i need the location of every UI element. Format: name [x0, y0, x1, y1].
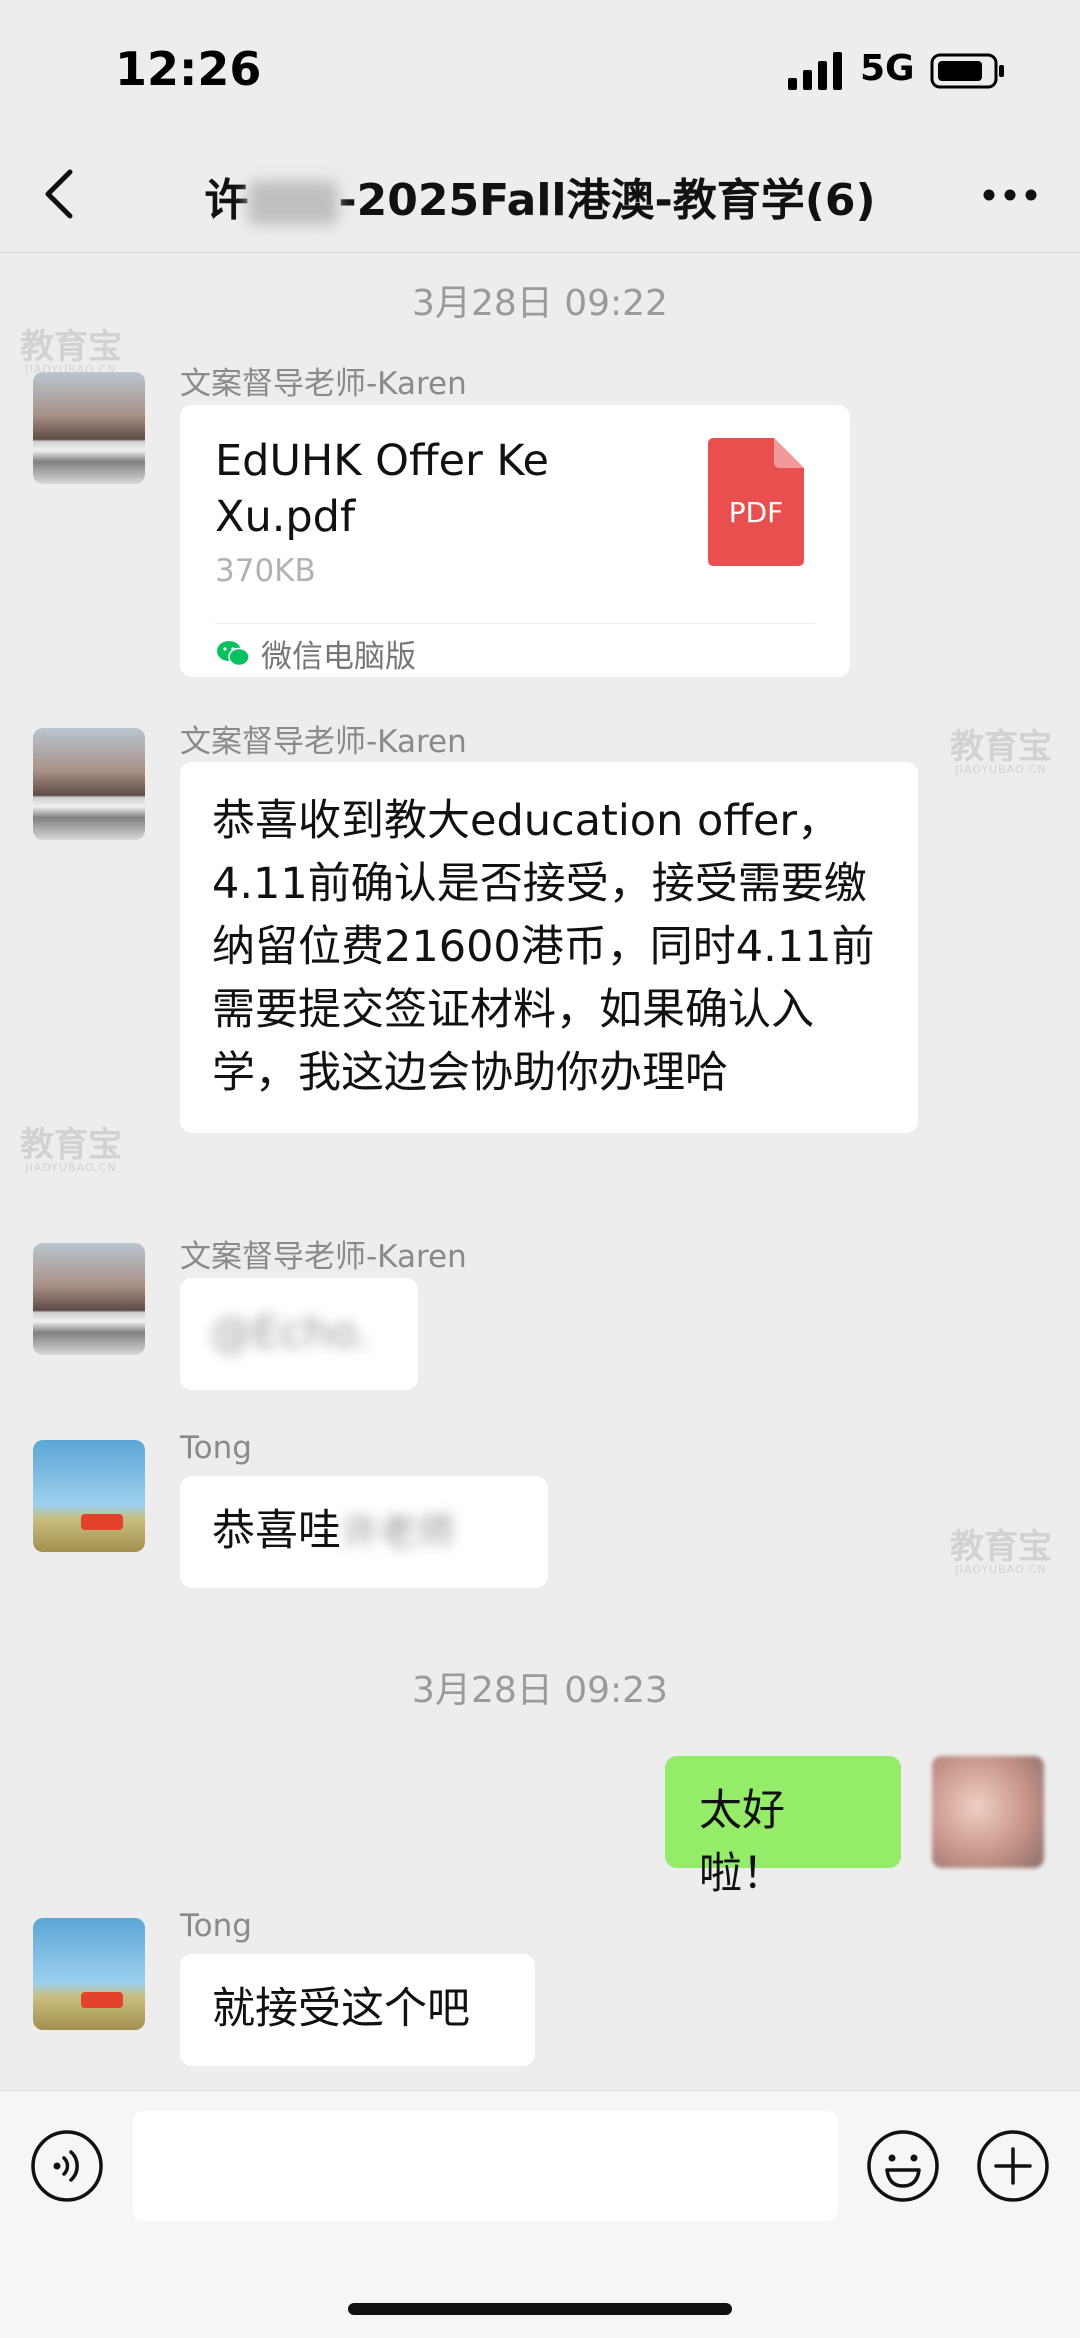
blurred-mention: @Echo. — [210, 1308, 371, 1358]
avatar[interactable] — [33, 1243, 145, 1355]
avatar[interactable] — [33, 1440, 145, 1552]
status-time: 12:26 — [115, 42, 262, 96]
watermark: 教育宝JIAOYUBAO.CN — [20, 327, 122, 376]
avatar[interactable] — [33, 728, 145, 840]
sender-name: 文案督导老师-Karen — [180, 366, 467, 402]
message-bubble[interactable]: 就接受这个吧 — [180, 1954, 535, 2066]
divider — [215, 623, 815, 624]
avatar[interactable] — [33, 372, 145, 484]
sender-name: Tong — [180, 1908, 252, 1944]
car-image — [81, 1992, 123, 2008]
message-bubble[interactable]: @Echo. — [180, 1278, 418, 1390]
watermark: 教育宝JIAOYUBAO.CN — [20, 1125, 122, 1174]
message-bubble[interactable]: 恭喜哇许老师 — [180, 1476, 548, 1588]
wechat-icon — [217, 640, 250, 666]
sender-name: Tong — [180, 1430, 252, 1466]
sender-name: 文案督导老师-Karen — [180, 724, 467, 760]
home-indicator — [348, 2303, 732, 2315]
signal-icon — [788, 52, 842, 90]
chat-title-prefix: 许 — [204, 175, 249, 226]
chat-title: 许 -2025Fall港澳-教育学(6) — [0, 164, 1080, 228]
message-input[interactable] — [133, 2111, 838, 2221]
watermark: 教育宝JIAOYUBAO.CN — [950, 727, 1052, 776]
timestamp: 3月28日 09:22 — [412, 283, 668, 324]
network-type: 5G — [860, 48, 915, 89]
battery-icon — [930, 53, 1004, 89]
pdf-file-icon: PDF — [708, 438, 804, 566]
plus-icon[interactable] — [976, 2129, 1050, 2203]
message-bubble-self[interactable]: 太好啦！ — [665, 1756, 901, 1899]
file-source: 微信电脑版 — [215, 631, 416, 676]
pdf-label: PDF — [729, 496, 784, 529]
car-image — [81, 1514, 123, 1530]
status-bar: 12:26 5G — [0, 0, 1080, 140]
message-bubble[interactable]: 恭喜收到教大education offer，4.11前确认是否接受，接受需要缴纳… — [180, 762, 918, 1133]
chat-header: 许 -2025Fall港澳-教育学(6) — [0, 140, 1080, 253]
input-bar — [0, 2090, 1080, 2338]
avatar[interactable] — [33, 1918, 145, 2030]
avatar-self[interactable] — [932, 1756, 1044, 1868]
chat-title-suffix: -2025Fall港澳-教育学(6) — [338, 175, 876, 226]
file-size: 370KB — [215, 553, 316, 589]
file-name: EdUHK Offer Ke Xu.pdf — [215, 436, 549, 542]
emoji-icon[interactable] — [866, 2129, 940, 2203]
message-text: 恭喜哇 — [212, 1506, 341, 1556]
file-source-label: 微信电脑版 — [261, 639, 416, 675]
watermark: 教育宝JIAOYUBAO.CN — [950, 1527, 1052, 1576]
voice-icon[interactable] — [30, 2129, 104, 2203]
file-message[interactable]: EdUHK Offer Ke Xu.pdf 370KB PDF 微信电脑版 — [180, 405, 850, 677]
timestamp: 3月28日 09:23 — [412, 1670, 668, 1711]
more-icon[interactable] — [980, 180, 1040, 210]
sender-name: 文案督导老师-Karen — [180, 1239, 467, 1275]
blurred-name — [248, 181, 339, 225]
blurred-name: 许老师 — [341, 1510, 456, 1554]
